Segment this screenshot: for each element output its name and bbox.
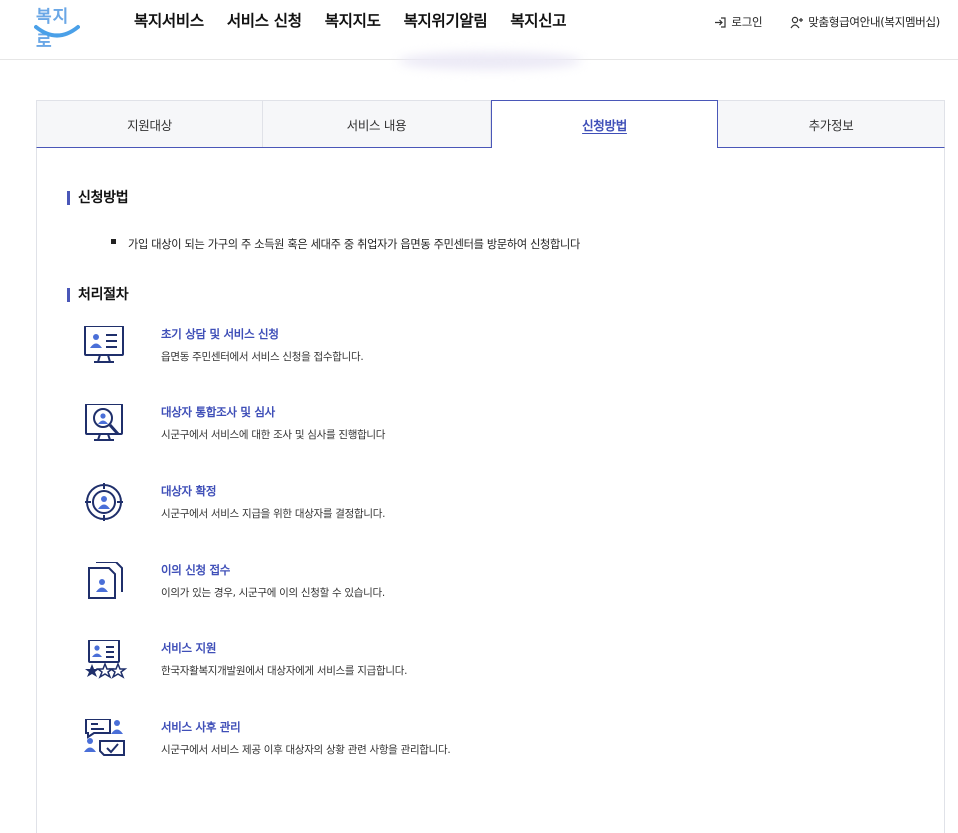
nav-item-service-apply[interactable]: 서비스 신청 [227, 9, 302, 31]
header-shadow [398, 52, 582, 70]
nav-item-welfare-service[interactable]: 복지서비스 [134, 9, 204, 31]
process-step: 이의 신청 접수 이의가 있는 경우, 시군구에 이의 신청할 수 있습니다. [82, 562, 782, 622]
membership-link[interactable]: 맞춤형급여안내(복지멤버십) [790, 14, 940, 30]
step-title: 대상자 확정 [161, 484, 217, 498]
step-description: 한국자활복지개발원에서 대상자에게 서비스를 지급합니다. [161, 665, 408, 677]
tab-application-method[interactable]: 신청방법 [491, 100, 718, 149]
process-step: 서비스 사후 관리 시군구에서 서비스 제공 이후 대상자의 상황 관련 사항을… [82, 719, 782, 779]
step-title: 대상자 통합조사 및 심사 [161, 405, 275, 419]
tab-service-content[interactable]: 서비스 내용 [263, 101, 491, 147]
site-logo[interactable]: 복지로 [32, 2, 84, 52]
login-icon [715, 16, 727, 28]
step-description: 시군구에서 서비스에 대한 조사 및 심사를 진행합니다 [161, 429, 386, 441]
process-step: 서비스 지원 한국자활복지개발원에서 대상자에게 서비스를 지급합니다. [82, 640, 782, 700]
nav-item-welfare-map[interactable]: 복지지도 [325, 9, 381, 31]
step-description: 이의가 있는 경우, 시군구에 이의 신청할 수 있습니다. [161, 587, 385, 599]
utility-menu: 로그인 맞춤형급여안내(복지멤버십) [686, 14, 940, 30]
process-step: 대상자 확정 시군구에서 서비스 지급을 위한 대상자를 결정합니다. [82, 483, 782, 543]
membership-label: 맞춤형급여안내(복지멤버십) [808, 15, 940, 29]
apply-bullet-text: 가입 대상이 되는 가구의 주 소득원 혹은 세대주 중 취업자가 읍면동 주민… [128, 238, 581, 251]
logo-smile-icon [34, 25, 80, 38]
content-tabs: 지원대상 서비스 내용 신청방법 추가정보 [36, 100, 945, 149]
tab-eligibility[interactable]: 지원대상 [37, 101, 263, 147]
step-title: 서비스 지원 [161, 641, 217, 655]
user-plus-icon [790, 16, 804, 28]
step-description: 시군구에서 서비스 지급을 위한 대상자를 결정합니다. [161, 508, 386, 520]
process-section-title: 처리절차 [67, 288, 129, 302]
step-description: 시군구에서 서비스 제공 이후 대상자의 상황 관련 사항을 관리합니다. [161, 744, 451, 756]
chat-check-icon [84, 719, 125, 756]
login-link[interactable]: 로그인 [714, 14, 763, 30]
documents-person-icon [88, 562, 123, 599]
login-label: 로그인 [731, 15, 763, 29]
apply-section-title: 신청방법 [67, 191, 129, 205]
step-title: 이의 신청 접수 [161, 563, 231, 577]
process-step: 초기 상담 및 서비스 신청 읍면동 주민센터에서 서비스 신청을 접수합니다. [82, 326, 782, 386]
monitor-profile-icon [84, 326, 124, 363]
step-title: 초기 상담 및 서비스 신청 [161, 327, 279, 341]
target-person-icon [85, 483, 123, 521]
bullet-marker [111, 239, 116, 244]
nav-item-crisis-alert[interactable]: 복지위기알림 [404, 9, 488, 31]
tab-additional-info[interactable]: 추가정보 [718, 101, 944, 147]
profile-stars-icon [85, 640, 128, 679]
step-title: 서비스 사후 관리 [161, 720, 241, 734]
magnifier-profile-icon [85, 404, 123, 441]
nav-item-welfare-report[interactable]: 복지신고 [510, 9, 566, 31]
process-step: 대상자 통합조사 및 심사 시군구에서 서비스에 대한 조사 및 심사를 진행합… [82, 404, 782, 464]
site-header: 복지로 복지서비스 서비스 신청 복지지도 복지위기알림 복지신고 로그인 맞춤… [0, 0, 958, 60]
step-description: 읍면동 주민센터에서 서비스 신청을 접수합니다. [161, 351, 364, 363]
main-nav: 복지서비스 서비스 신청 복지지도 복지위기알림 복지신고 [134, 9, 589, 31]
